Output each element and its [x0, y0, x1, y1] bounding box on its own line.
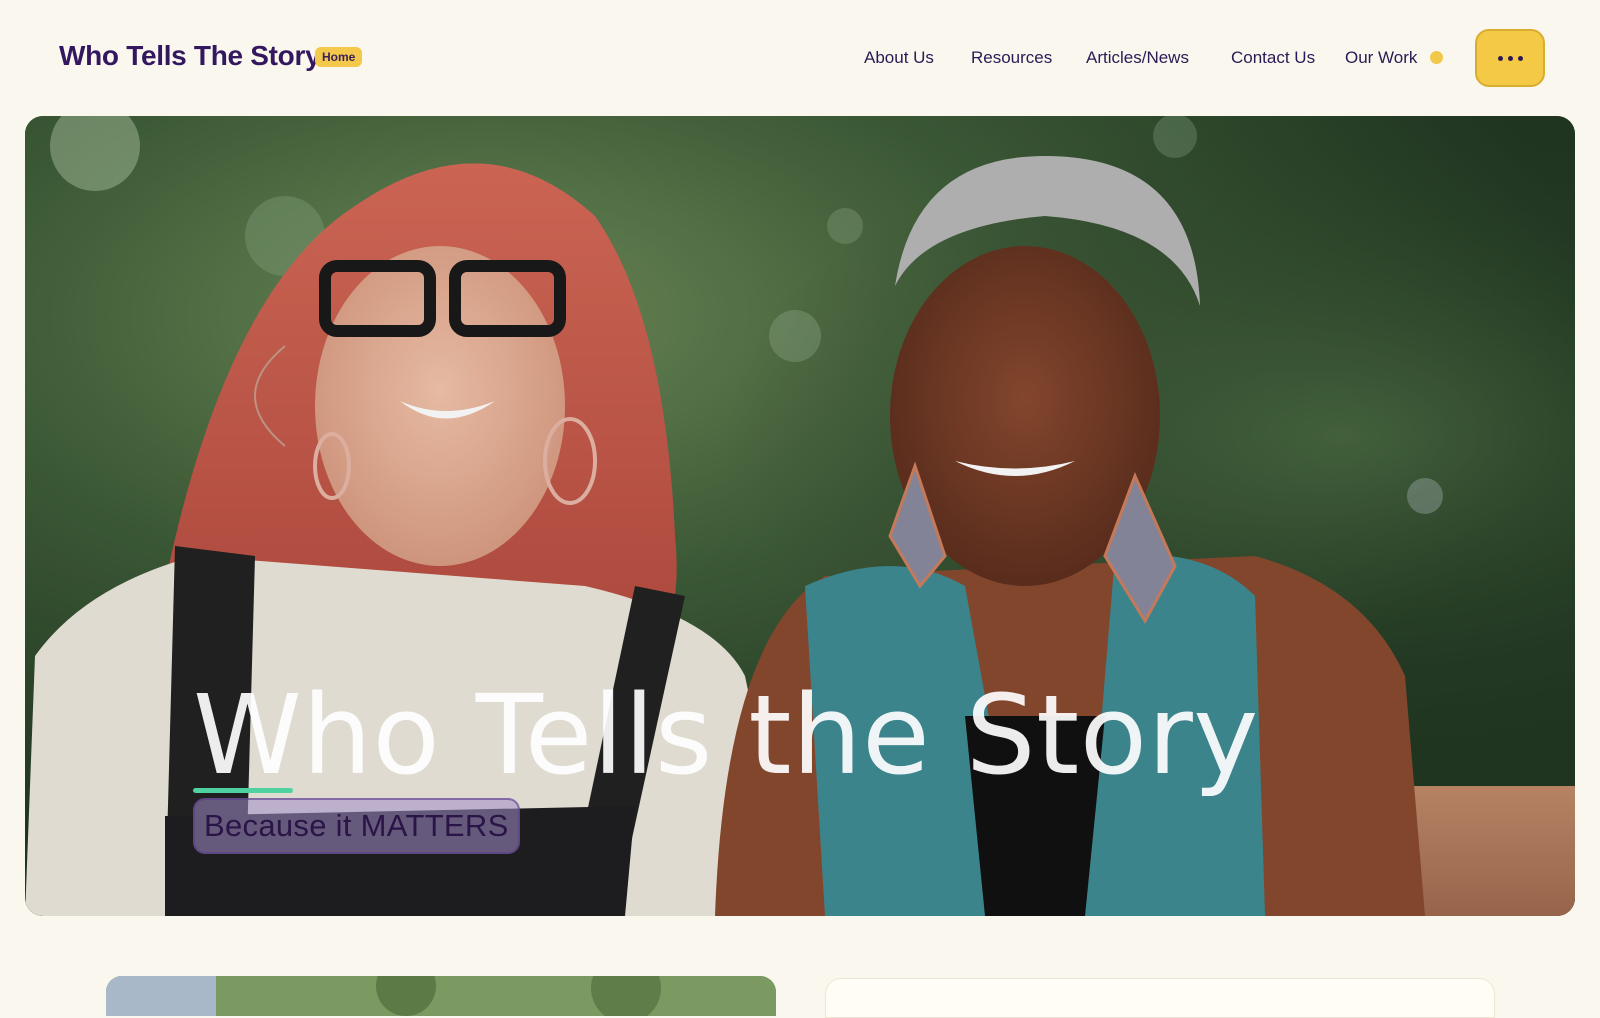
feature-card-image[interactable] [106, 976, 776, 1016]
site-header: Who Tells The Story Home About Us Resour… [0, 0, 1600, 116]
site-logo[interactable]: Who Tells The Story [59, 40, 321, 72]
more-menu-button[interactable] [1475, 29, 1545, 87]
nav-contact-us[interactable]: Contact Us [1231, 48, 1315, 68]
hero-banner: Who Tells the Story Because it MATTERS [25, 116, 1575, 916]
ellipsis-icon [1497, 55, 1503, 61]
card-photo [106, 976, 776, 1016]
home-badge: Home [315, 47, 363, 67]
feature-card-text [825, 978, 1495, 1018]
hero-title-underline [193, 788, 293, 793]
nav-articles-news[interactable]: Articles/News [1086, 48, 1189, 68]
our-work-indicator-dot [1430, 51, 1443, 64]
nav-about-us[interactable]: About Us [864, 48, 934, 68]
hero-title: Who Tells the Story [193, 671, 1259, 799]
nav-our-work[interactable]: Our Work [1345, 48, 1417, 68]
hero-tagline: Because it MATTERS [193, 798, 520, 854]
nav-resources[interactable]: Resources [971, 48, 1052, 68]
